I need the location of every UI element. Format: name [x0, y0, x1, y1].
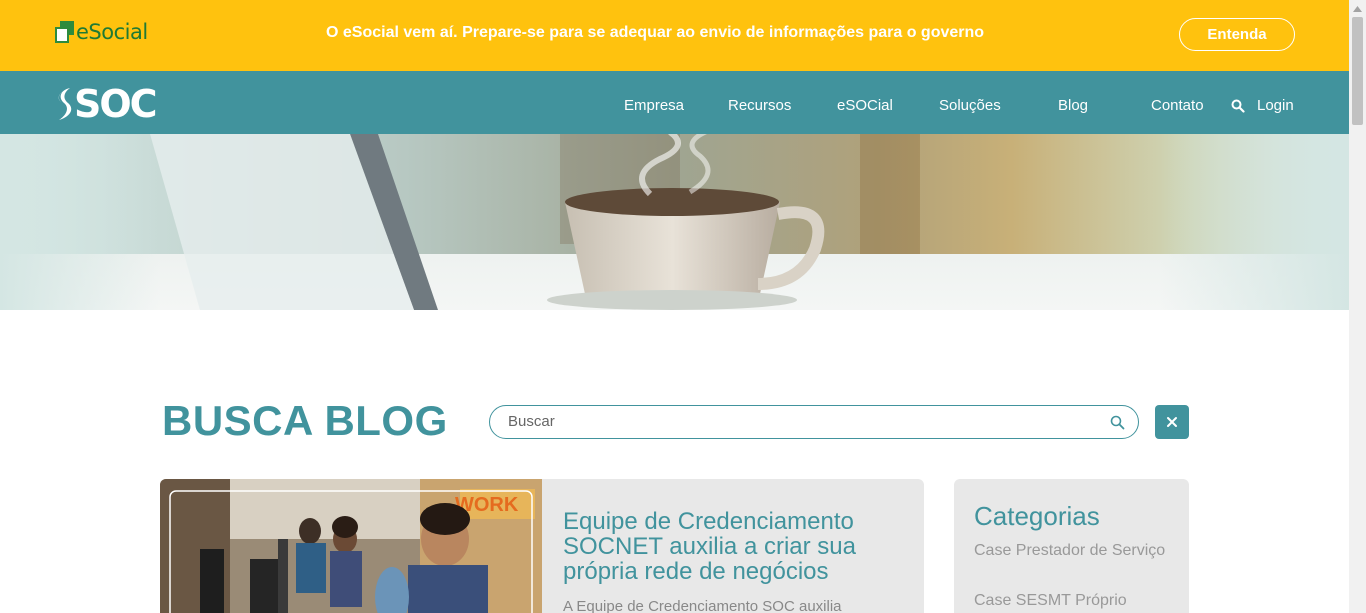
- esocial-logo[interactable]: eSocial: [55, 20, 148, 44]
- blog-search-input[interactable]: [508, 413, 1088, 430]
- blog-post-card[interactable]: WORK Equipe de Credenciamento SOCNET aux…: [160, 479, 924, 613]
- blog-search-box: [489, 405, 1139, 439]
- scroll-up-arrow-icon[interactable]: [1349, 0, 1366, 17]
- nav-item-esocial[interactable]: eSOCial: [837, 97, 893, 114]
- post-thumbnail[interactable]: WORK: [160, 479, 542, 613]
- main-navbar: SOC Empresa Recursos eSOCial Soluções Bl…: [0, 71, 1349, 134]
- close-icon: [1167, 417, 1177, 427]
- category-case-prestador[interactable]: Case Prestador de Serviço: [974, 540, 1174, 562]
- entenda-button[interactable]: Entenda: [1179, 18, 1295, 51]
- categories-panel: Categorias Case Prestador de Serviço Cas…: [954, 479, 1189, 613]
- nav-item-solucoes[interactable]: Soluções: [939, 97, 1001, 114]
- search-submit-icon[interactable]: [1110, 415, 1125, 430]
- category-case-sesmt[interactable]: Case SESMT Próprio: [974, 590, 1174, 612]
- hero-coffee-image: [0, 134, 1349, 310]
- search-icon[interactable]: [1231, 99, 1245, 113]
- announcement-message: O eSocial vem aí. Prepare-se para se ade…: [326, 24, 985, 41]
- esocial-logo-text: eSocial: [76, 20, 148, 44]
- soc-logo-text: SOC: [74, 82, 158, 126]
- post-excerpt: A Equipe de Credenciamento SOC auxilia: [563, 598, 842, 613]
- page-scrollbar[interactable]: [1349, 0, 1366, 613]
- nav-item-empresa[interactable]: Empresa: [624, 97, 684, 114]
- esocial-logo-icon: [55, 21, 74, 43]
- post-thumbnail-image: WORK: [160, 479, 542, 613]
- announcement-bar: eSocial O eSocial vem aí. Prepare-se par…: [0, 0, 1349, 71]
- hero-banner: [0, 134, 1349, 310]
- clear-search-button[interactable]: [1155, 405, 1189, 439]
- nav-item-recursos[interactable]: Recursos: [728, 97, 791, 114]
- categories-title: Categorias: [974, 501, 1100, 531]
- page: eSocial O eSocial vem aí. Prepare-se par…: [0, 0, 1366, 613]
- login-link[interactable]: Login: [1257, 97, 1294, 114]
- scrollbar-thumb[interactable]: [1352, 17, 1363, 125]
- nav-item-contato[interactable]: Contato: [1151, 97, 1204, 114]
- soc-logo-icon: [58, 88, 72, 120]
- soc-logo[interactable]: SOC: [54, 82, 158, 126]
- page-title: BUSCA BLOG: [162, 397, 448, 444]
- post-title[interactable]: Equipe de Credenciamento SOCNET auxilia …: [563, 509, 913, 584]
- nav-item-blog[interactable]: Blog: [1058, 97, 1088, 114]
